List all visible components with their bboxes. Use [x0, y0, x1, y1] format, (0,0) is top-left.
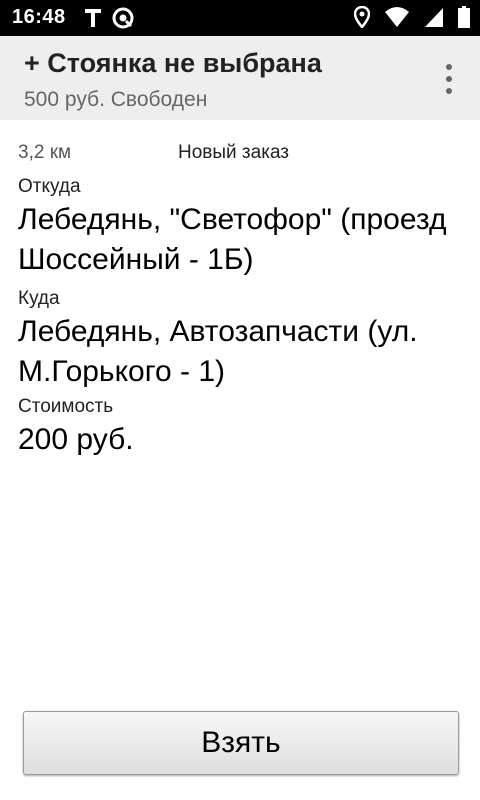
menu-dot [446, 76, 452, 82]
t-icon [85, 9, 101, 27]
to-address: Лебедянь, Автозапчасти (ул. М.Горького -… [18, 315, 418, 388]
wifi-icon [385, 7, 409, 27]
status-bar: 16:48 [0, 0, 480, 36]
from-address: Лебедянь, "Светофор" (проезд Шоссейный -… [18, 203, 447, 276]
from-label: Откуда [18, 176, 81, 197]
order-distance: 3,2 км [18, 142, 72, 163]
location-icon [354, 6, 370, 28]
status-time: 16:48 [12, 6, 66, 28]
signal-icon [425, 8, 443, 27]
battery-icon [458, 6, 470, 28]
status-right-icons [354, 6, 470, 28]
more-vert-icon[interactable] [444, 64, 454, 94]
price-value: 200 руб. [18, 423, 134, 456]
price-label: Стоимость [18, 396, 114, 417]
order-details: 3,2 км Новый заказ Откуда Лебедянь, "Све… [18, 140, 462, 460]
status-left-icons [84, 7, 134, 29]
take-order-button[interactable]: Взять [23, 711, 459, 775]
at-sign-icon [112, 7, 134, 29]
to-label: Куда [18, 288, 60, 309]
menu-dot [446, 64, 452, 70]
order-status: Новый заказ [178, 142, 290, 163]
app-bar-title[interactable]: + Стоянка не выбрана [24, 48, 322, 79]
menu-dot [446, 88, 452, 94]
app-bar: + Стоянка не выбрана 500 руб. Свободен [0, 36, 480, 120]
app-bar-subtitle: 500 руб. Свободен [24, 88, 208, 111]
order-meta-row: 3,2 км Новый заказ [18, 140, 462, 170]
